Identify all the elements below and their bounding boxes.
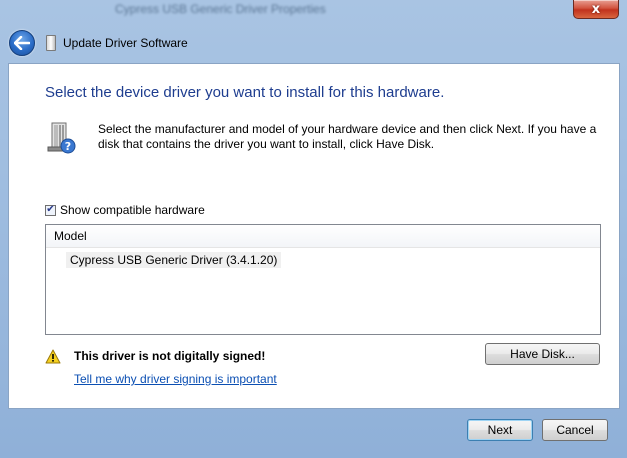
device-app-icon [46,35,56,51]
close-button[interactable]: x [573,0,619,19]
unsigned-driver-warning: This driver is not digitally signed! [74,349,266,363]
content-panel: Select the device driver you want to ins… [8,63,620,409]
back-arrow-icon [14,36,30,50]
checkmark-icon: ✔ [46,204,55,215]
driver-signing-link[interactable]: Tell me why driver signing is important [74,372,277,386]
next-button[interactable]: Next [467,419,533,441]
have-disk-button[interactable]: Have Disk... [485,343,600,365]
model-column-header[interactable]: Model [46,225,600,248]
show-compatible-row[interactable]: ✔ Show compatible hardware [45,203,205,217]
warning-icon [45,349,61,364]
model-list[interactable]: Model Cypress USB Generic Driver (3.4.1.… [45,224,601,335]
svg-text:?: ? [65,140,71,153]
show-compatible-checkbox[interactable]: ✔ [45,204,56,216]
hardware-device-icon: ? [47,122,76,154]
page-heading: Select the device driver you want to ins… [45,84,445,101]
instruction-text: Select the manufacturer and model of you… [98,122,597,151]
back-button[interactable] [9,30,35,56]
window-title: Update Driver Software [63,36,188,50]
list-item[interactable]: Cypress USB Generic Driver (3.4.1.20) [66,252,282,268]
cancel-button[interactable]: Cancel [542,419,608,441]
close-icon: x [591,1,601,17]
background-window-title: Cypress USB Generic Driver Properties [115,2,326,16]
show-compatible-label: Show compatible hardware [60,203,205,217]
